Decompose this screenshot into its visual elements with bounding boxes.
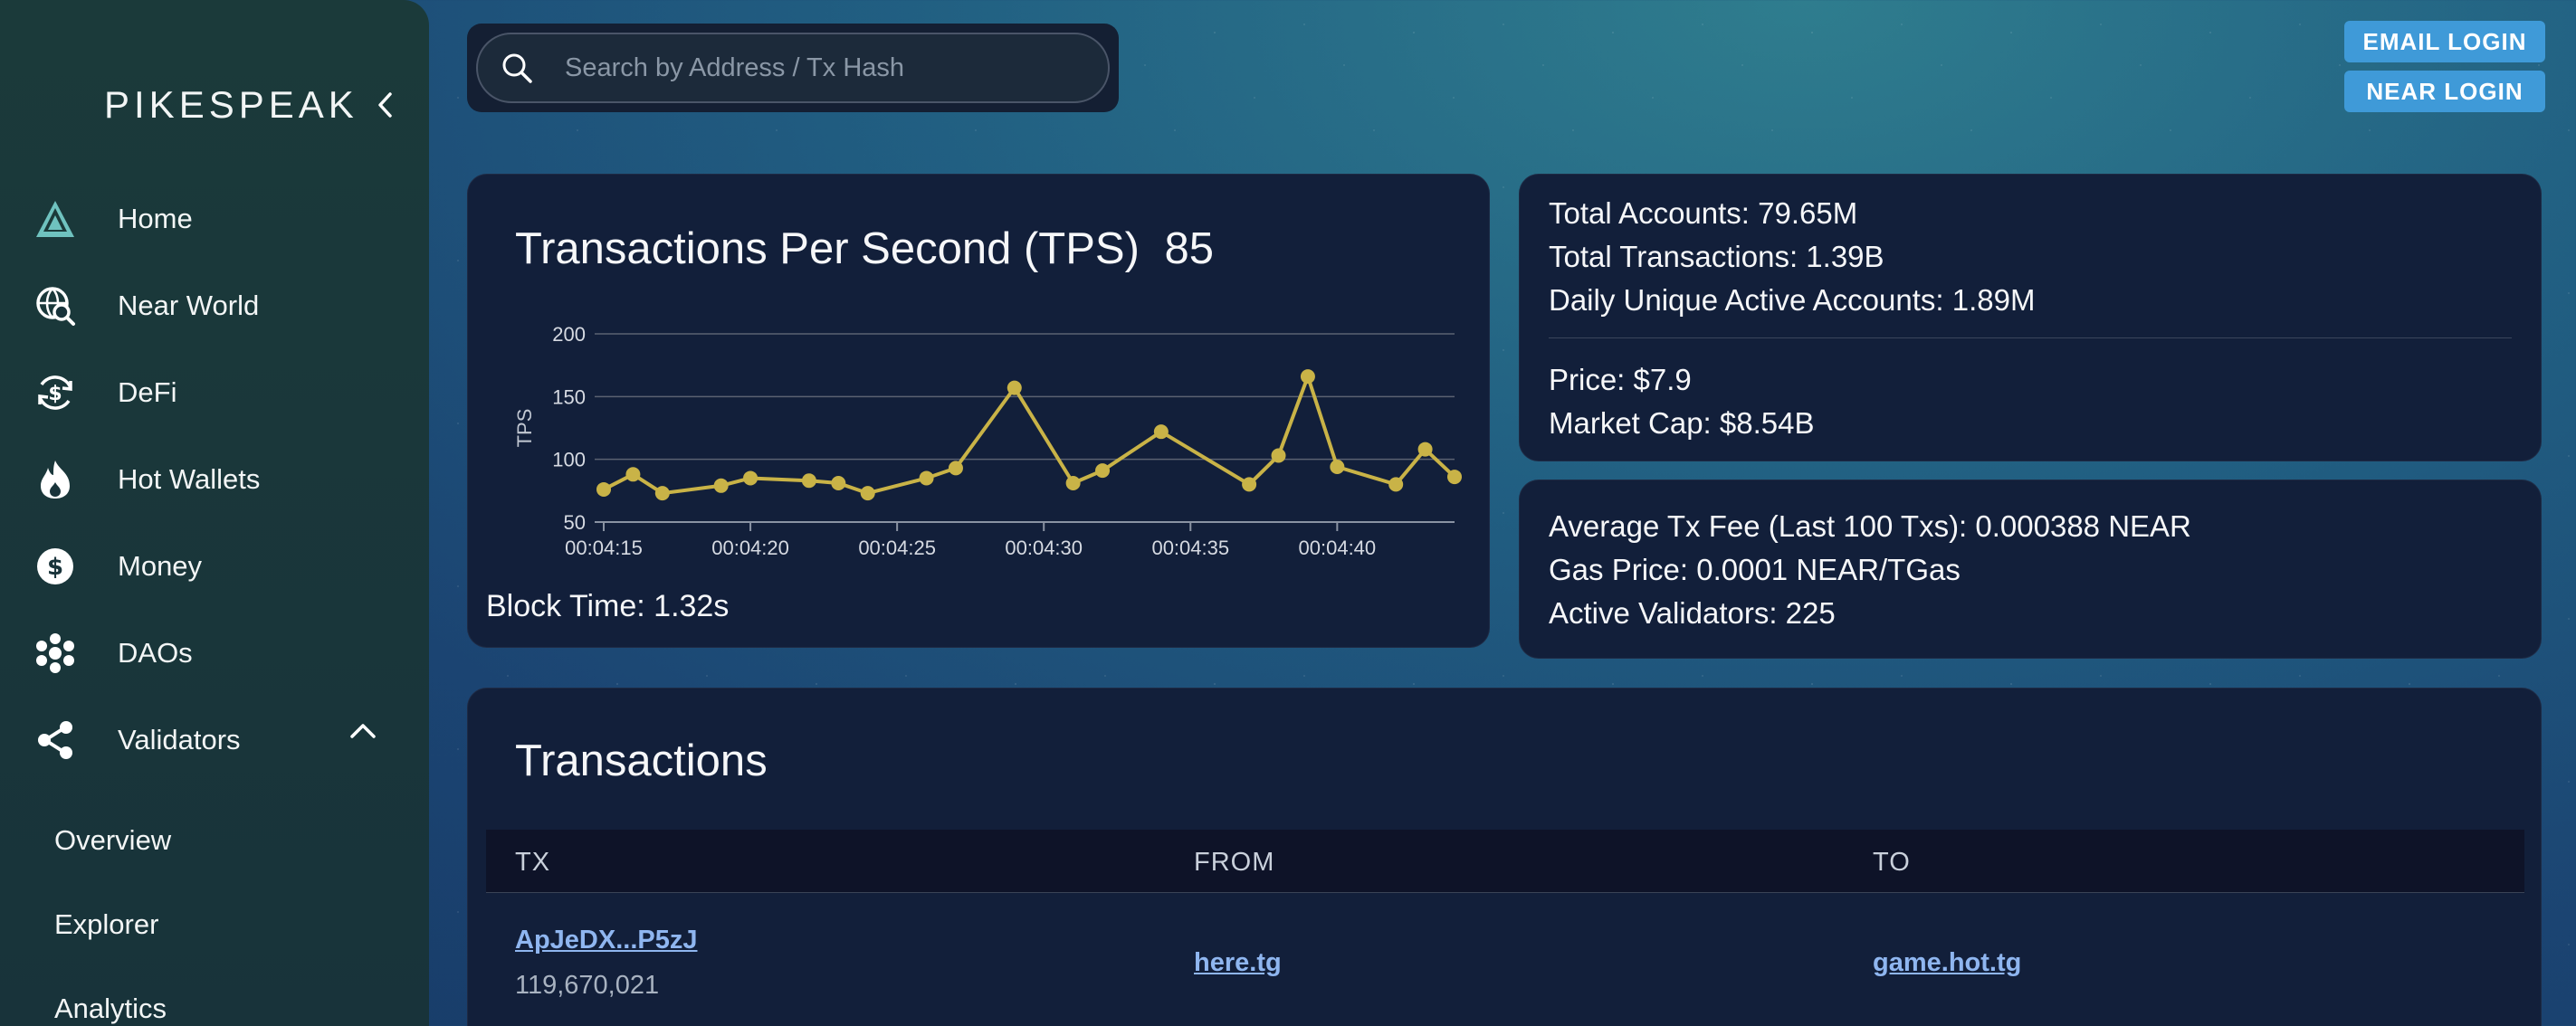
data-point xyxy=(1271,448,1286,463)
dollar-coin-icon: $ xyxy=(33,544,78,589)
transactions-table-header: TX FROM TO xyxy=(486,830,2524,893)
chevron-left-icon xyxy=(378,92,392,118)
sidebar-subitem-explorer[interactable]: Explorer xyxy=(54,908,158,941)
transactions-card: Transactions TX FROM TO ApJeDX...P5zJ 11… xyxy=(467,688,2542,1026)
svg-text:$: $ xyxy=(48,383,62,405)
column-from: FROM xyxy=(1194,848,1275,877)
data-point xyxy=(1417,442,1433,457)
y-tick-label: 150 xyxy=(552,385,586,408)
daily-active-accounts: Daily Unique Active Accounts: 1.89M xyxy=(1549,283,2036,317)
x-tick-label: 00:04:40 xyxy=(1299,537,1377,559)
data-point xyxy=(919,470,934,486)
divider xyxy=(1549,337,2512,338)
from-account-link[interactable]: here.tg xyxy=(1194,948,1282,978)
chevron-up-icon[interactable] xyxy=(349,722,377,745)
total-accounts: Total Accounts: 79.65M xyxy=(1549,196,1858,230)
to-account-link[interactable]: game.hot.tg xyxy=(1873,948,2021,978)
total-transactions: Total Transactions: 1.39B xyxy=(1549,240,1884,273)
price: Price: $7.9 xyxy=(1549,363,1692,396)
svg-text:$: $ xyxy=(47,554,63,581)
dollar-cycle-icon: $ xyxy=(33,370,78,415)
sidebar-item-label: Near World xyxy=(118,290,260,321)
data-point xyxy=(1388,477,1404,492)
data-point xyxy=(625,467,641,482)
data-point xyxy=(1095,463,1111,479)
network-stats-card: Total Accounts: 79.65M Total Transaction… xyxy=(1519,174,2542,461)
search-box[interactable] xyxy=(476,33,1110,103)
sidebar-item-label: Hot Wallets xyxy=(118,463,261,495)
block-time: Block Time: 1.32s xyxy=(486,589,730,623)
column-tx: TX xyxy=(515,848,551,877)
fees-card: Average Tx Fee (Last 100 Txs): 0.000388 … xyxy=(1519,480,2542,659)
block-number: 119,670,021 xyxy=(515,971,660,1000)
brand-logo[interactable]: PIKESPEAK xyxy=(104,83,358,127)
sidebar-item-label: Money xyxy=(118,550,203,582)
sidebar-item-label: DeFi xyxy=(118,376,177,408)
mountain-icon xyxy=(33,196,78,242)
fire-icon xyxy=(33,457,78,502)
sidebar-item-money[interactable]: $ Money xyxy=(33,539,413,594)
globe-search-icon xyxy=(33,283,78,328)
search-input[interactable] xyxy=(565,52,1054,83)
collapse-sidebar-button[interactable] xyxy=(369,87,402,123)
data-point xyxy=(1447,470,1462,485)
y-axis-label: TPS xyxy=(513,409,536,448)
active-validators: Active Validators: 225 xyxy=(1549,596,1836,630)
data-point xyxy=(1007,380,1022,395)
data-point xyxy=(1242,477,1257,492)
average-tx-fee: Average Tx Fee (Last 100 Txs): 0.000388 … xyxy=(1549,509,2191,543)
email-login-button[interactable]: EMAIL LOGIN xyxy=(2344,21,2545,62)
data-point xyxy=(713,478,729,493)
tx-hash-link[interactable]: ApJeDX...P5zJ xyxy=(515,926,697,955)
y-tick-label: 100 xyxy=(552,449,586,471)
data-point xyxy=(1153,424,1169,440)
data-point xyxy=(801,473,816,489)
share-nodes-icon xyxy=(33,717,78,763)
data-point xyxy=(831,476,846,491)
sidebar-item-daos[interactable]: DAOs xyxy=(33,626,413,680)
sidebar: PIKESPEAK Home Near World $ DeFi Hot Wal… xyxy=(0,0,429,1026)
search-icon xyxy=(500,50,536,86)
sidebar-item-defi[interactable]: $ DeFi xyxy=(33,366,413,420)
sidebar-item-home[interactable]: Home xyxy=(33,192,413,246)
tps-chart: 50 100 150 200 TPS 00:04:15 00:04:20 00:04:25 00… xyxy=(513,323,1462,559)
search-container xyxy=(467,24,1119,112)
x-tick-label: 00:04:30 xyxy=(1005,537,1083,559)
gas-price: Gas Price: 0.0001 NEAR/TGas xyxy=(1549,553,1961,586)
sidebar-item-label: Home xyxy=(118,203,193,234)
data-point xyxy=(1065,476,1081,491)
sidebar-item-label: DAOs xyxy=(118,637,193,669)
x-tick-label: 00:04:15 xyxy=(565,537,643,559)
transactions-title: Transactions xyxy=(515,736,768,785)
y-tick-label: 200 xyxy=(552,323,586,346)
data-point xyxy=(596,481,611,497)
data-point xyxy=(1330,459,1345,474)
x-tick-label: 00:04:20 xyxy=(711,537,789,559)
data-point xyxy=(1300,369,1315,385)
y-tick-label: 50 xyxy=(564,511,586,534)
data-point xyxy=(948,461,963,476)
market-cap: Market Cap: $8.54B xyxy=(1549,406,1815,440)
column-to: TO xyxy=(1873,848,1911,877)
sidebar-item-near-world[interactable]: Near World xyxy=(33,279,413,333)
data-point xyxy=(654,486,670,501)
sidebar-item-label: Validators xyxy=(118,724,241,755)
tps-series-line xyxy=(603,375,1456,496)
data-point xyxy=(860,486,875,501)
dao-cluster-icon xyxy=(33,631,78,676)
sidebar-subitem-overview[interactable]: Overview xyxy=(54,824,171,857)
near-login-button[interactable]: NEAR LOGIN xyxy=(2344,71,2545,112)
sidebar-subitem-analytics[interactable]: Analytics xyxy=(54,993,167,1025)
sidebar-item-validators[interactable]: Validators xyxy=(33,713,413,767)
data-point xyxy=(743,470,758,486)
sidebar-item-hot-wallets[interactable]: Hot Wallets xyxy=(33,452,413,507)
x-tick-label: 00:04:35 xyxy=(1151,537,1229,559)
tps-card: Transactions Per Second (TPS) 85 50 100 15… xyxy=(467,174,1490,648)
x-tick-label: 00:04:25 xyxy=(858,537,936,559)
